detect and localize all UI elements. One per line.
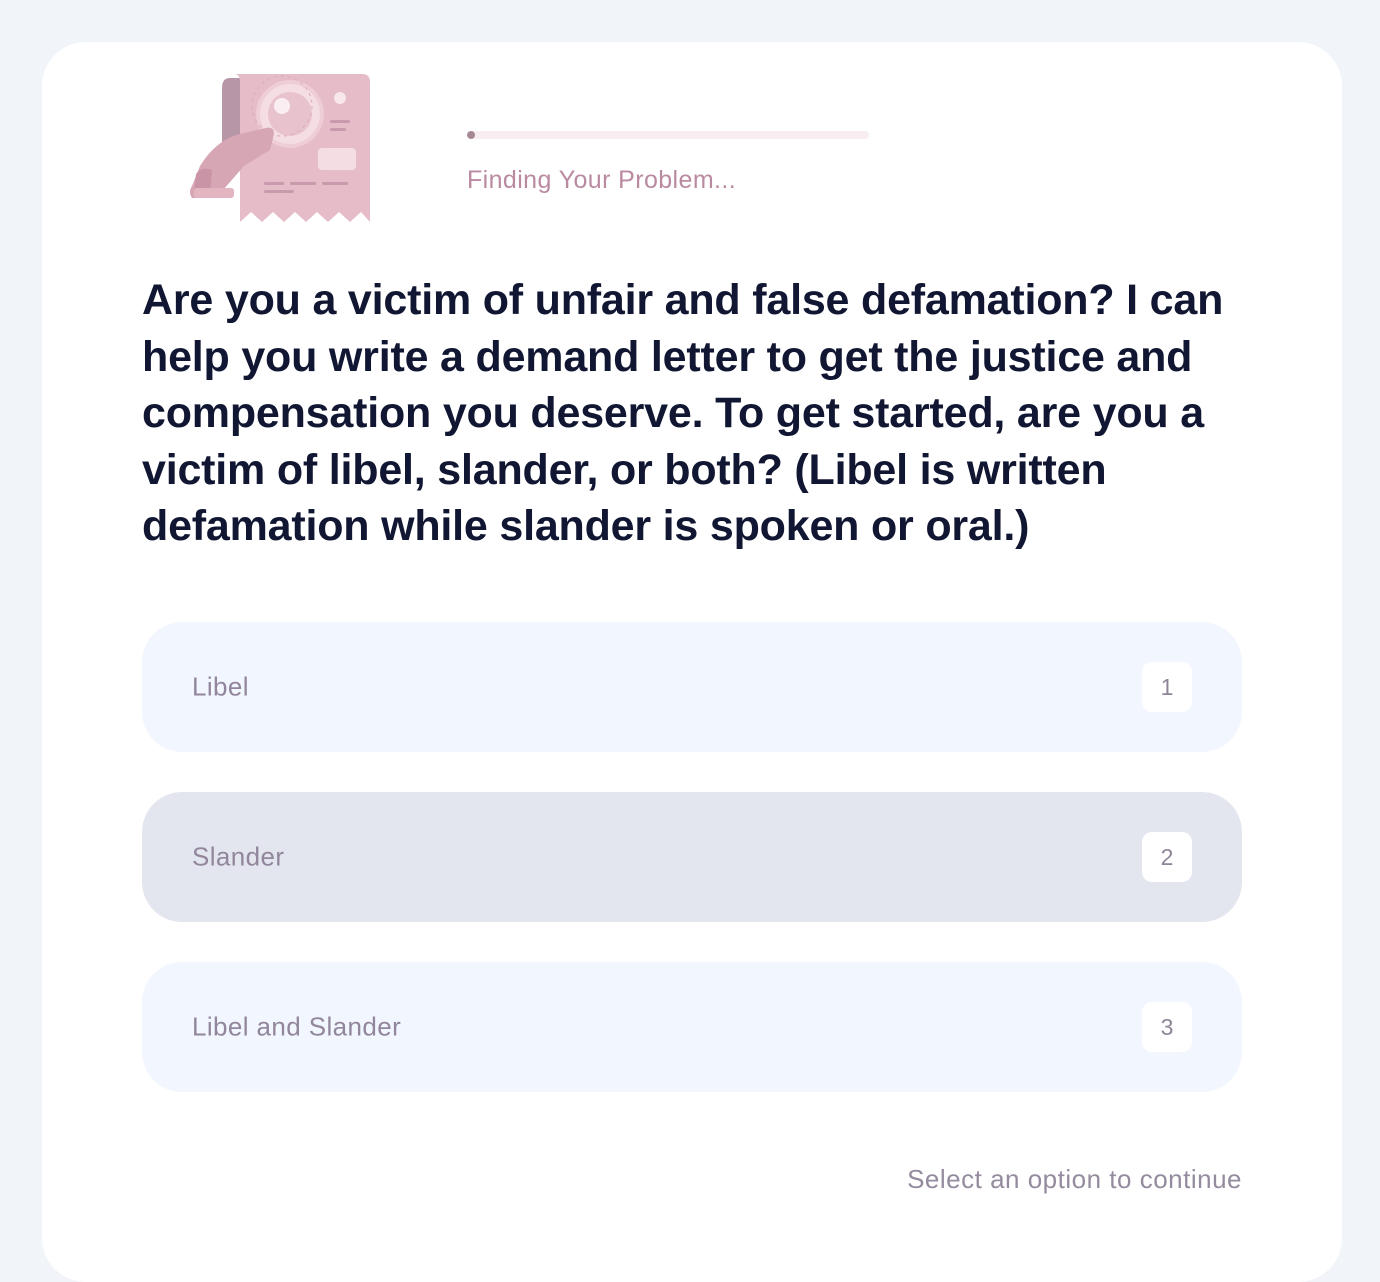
- document-magnifier-icon: [190, 74, 370, 222]
- option-libel-and-slander[interactable]: Libel and Slander 3: [142, 962, 1242, 1092]
- question-text: Are you a victim of unfair and false def…: [142, 276, 1224, 550]
- option-label: Slander: [192, 841, 285, 872]
- questionnaire-card: Finding Your Problem... Are you a victim…: [42, 42, 1342, 1282]
- continue-hint: Select an option to continue: [907, 1164, 1242, 1194]
- option-shortcut-key: 1: [1142, 662, 1192, 712]
- option-slander[interactable]: Slander 2: [142, 792, 1242, 922]
- progress-label: Finding Your Problem...: [467, 166, 737, 194]
- option-libel[interactable]: Libel 1: [142, 622, 1242, 752]
- options-list: Libel 1 Slander 2 Libel and Slander 3: [142, 622, 1242, 1132]
- option-shortcut-key: 3: [1142, 1002, 1192, 1052]
- option-shortcut-key: 2: [1142, 832, 1192, 882]
- progress-bar: [467, 131, 869, 139]
- option-label: Libel: [192, 671, 249, 702]
- option-label: Libel and Slander: [192, 1011, 402, 1042]
- progress-bar-fill: [467, 131, 476, 139]
